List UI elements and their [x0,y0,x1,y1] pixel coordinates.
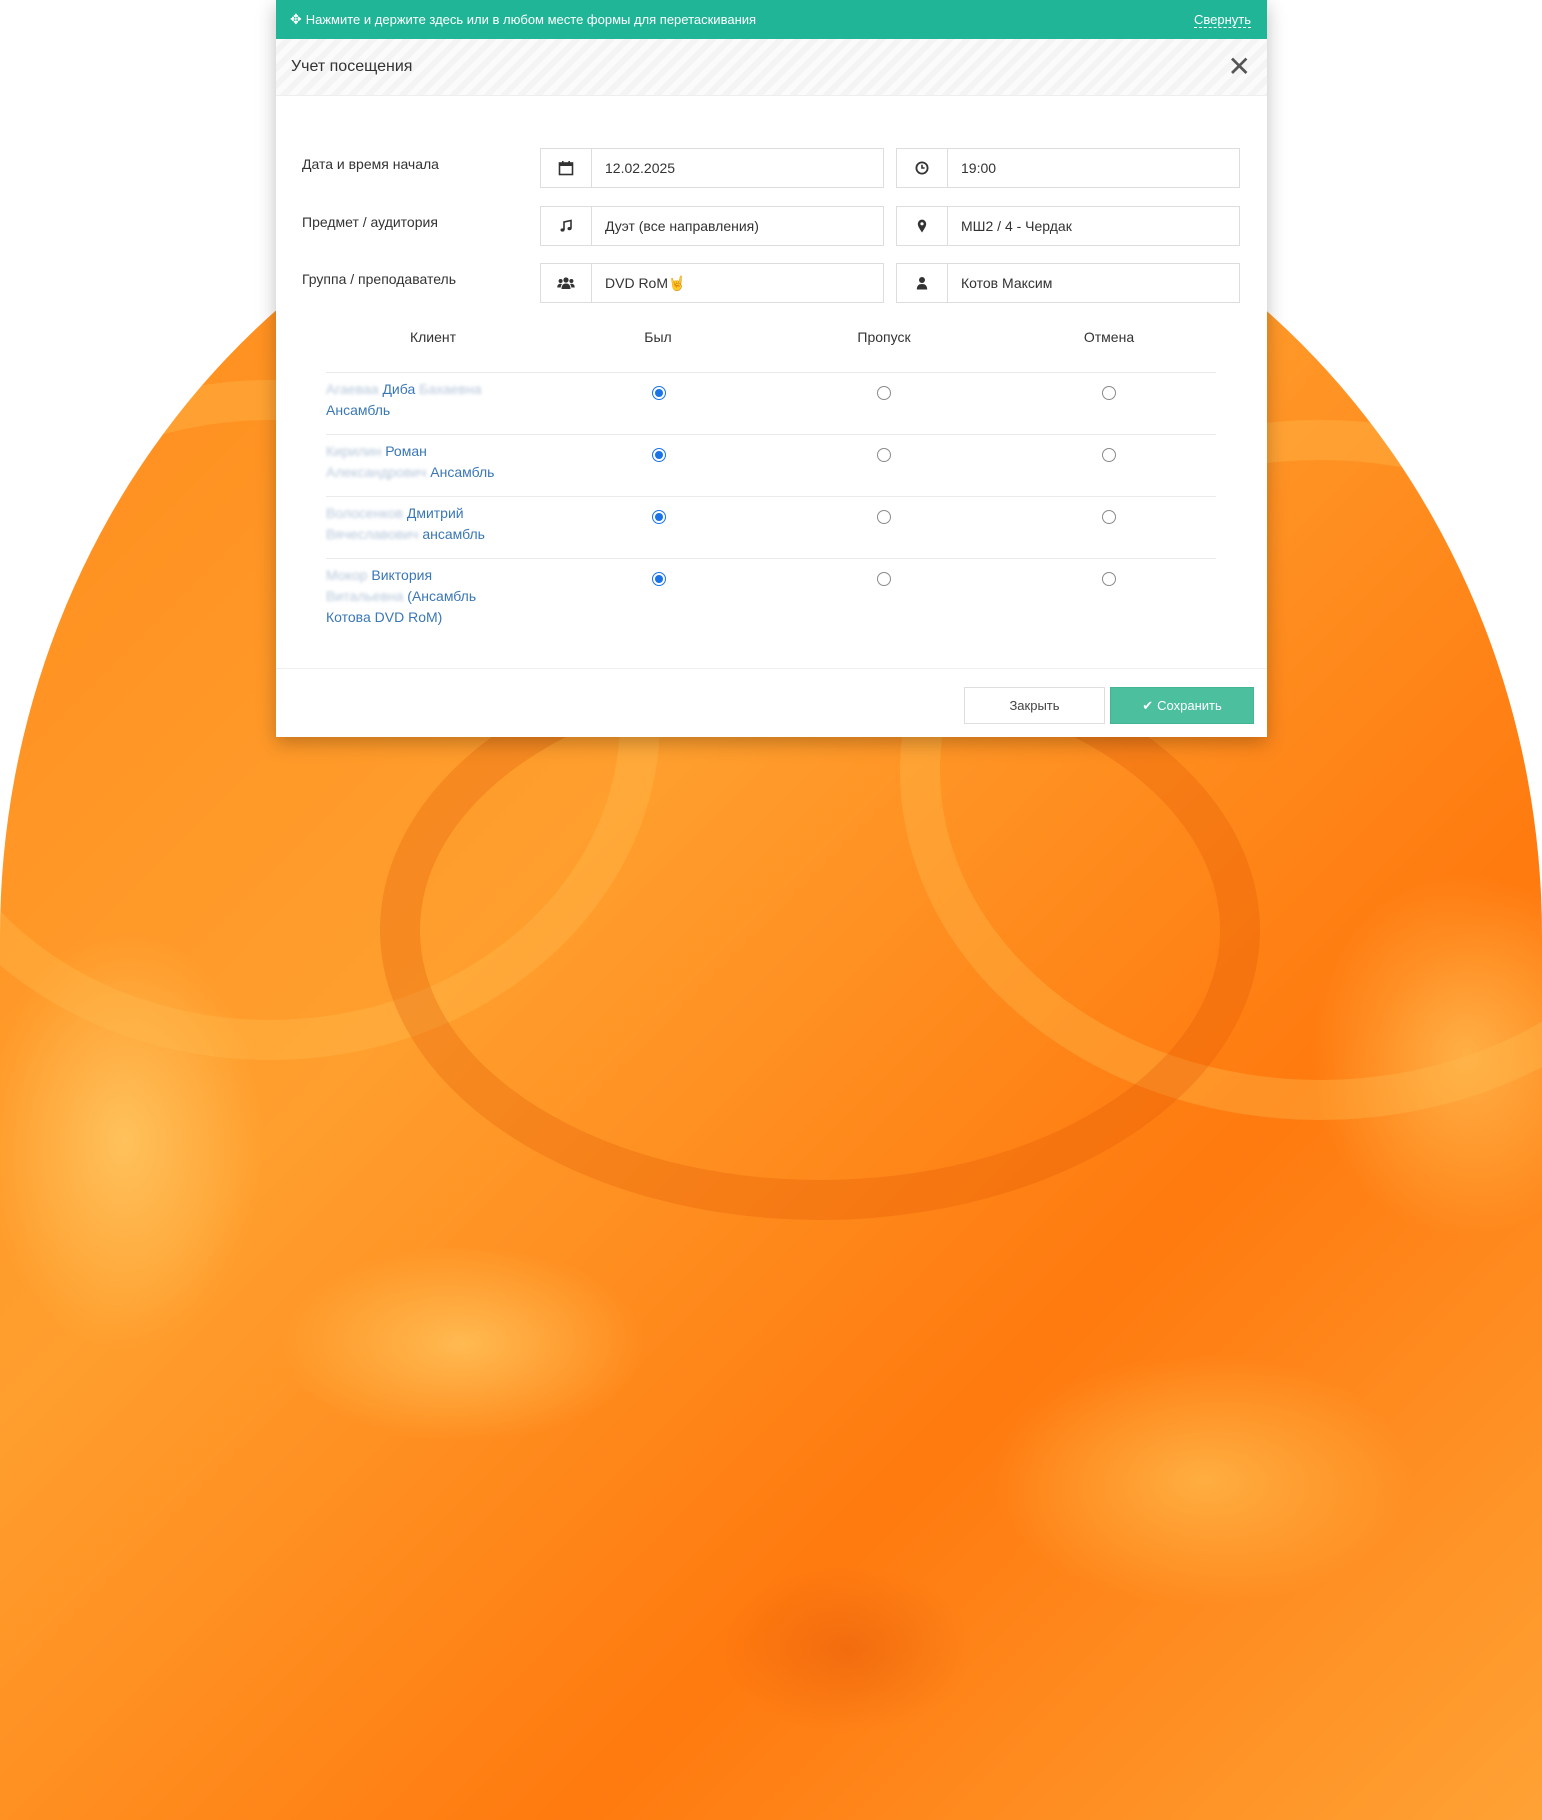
client-group-text: Ансамбль [430,464,495,480]
column-cancel: Отмена [1083,329,1135,345]
save-button[interactable]: ✔ Сохранить [1110,687,1254,724]
time-field[interactable]: 19:00 [896,148,1240,188]
client-patronymic-redacted: Бахаевна [419,381,482,397]
modal-title: Учет посещения [291,58,413,75]
users-icon [541,264,592,302]
save-label: Сохранить [1157,698,1222,713]
table-row: Мокор Виктория Витальевна (Ансамбль Кото… [326,558,1216,643]
cancel-radio[interactable] [1102,572,1116,586]
modal-footer: Закрыть ✔ Сохранить [276,668,1267,738]
client-patronymic-redacted: Александрович [326,464,427,480]
room-field[interactable]: МШ2 / 4 - Чердак [896,206,1240,246]
time-value: 19:00 [961,160,997,176]
cancel-radio[interactable] [1102,510,1116,524]
teacher-field[interactable]: Котов Максим [896,263,1240,303]
client-link[interactable]: Мокор Виктория Витальевна (Ансамбль Кото… [326,565,536,628]
rock-hand-emoji: 🤘 [668,274,686,291]
start-row: Дата и время начала 12.02.2025 19:00 [302,148,1240,188]
modal-header: Учет посещения ✕ [276,39,1267,96]
close-icon[interactable]: ✕ [1228,53,1251,81]
present-radio[interactable] [652,386,666,400]
room-value: МШ2 / 4 - Чердак [961,218,1072,234]
table-row: Агаеваа Диба Бахаевна Ансамбль [326,372,1216,435]
user-icon [897,264,948,302]
table-row: Кирилин Роман Александрович Ансамбль [326,434,1216,497]
cancel-radio[interactable] [1102,448,1116,462]
client-group-text-continued: Котова DVD RoM) [326,609,443,625]
cancel-radio[interactable] [1102,386,1116,400]
client-first-name: Дмитрий [406,505,464,521]
drag-bar[interactable]: ✥ Нажмите и держите здесь или в любом ме… [276,0,1267,39]
music-note-icon [541,207,592,245]
map-marker-icon [897,207,948,245]
check-icon: ✔ [1142,697,1154,713]
absent-radio[interactable] [877,386,891,400]
present-radio[interactable] [652,448,666,462]
column-absent: Пропуск [857,329,911,345]
absent-radio[interactable] [877,448,891,462]
client-surname-redacted: Мокор [326,567,368,583]
date-field[interactable]: 12.02.2025 [540,148,884,188]
present-radio[interactable] [652,572,666,586]
client-group-text: ансамбль [422,526,485,542]
client-first-name: Диба [382,381,416,397]
group-name: DVD RoM [605,274,669,291]
clock-icon [897,149,948,187]
column-present: Был [644,329,672,345]
client-link[interactable]: Кирилин Роман Александрович Ансамбль [326,441,536,483]
subject-field[interactable]: Дуэт (все направления) [540,206,884,246]
close-button[interactable]: Закрыть [964,687,1105,724]
client-patronymic-redacted: Вячеславович [326,526,419,542]
drag-hint: ✥ Нажмите и держите здесь или в любом ме… [290,11,756,28]
client-surname-redacted: Агаеваа [326,381,379,397]
client-first-name: Роман [385,443,427,459]
group-row: Группа / преподаватель DVD RoM🤘 Котов Ма… [302,263,1240,303]
start-label: Дата и время начала [302,156,439,172]
subject-label: Предмет / аудитория [302,214,438,230]
group-label: Группа / преподаватель [302,271,457,287]
client-group-text: Ансамбль [326,402,391,418]
client-link[interactable]: Волосенков Дмитрий Вячеславович ансамбль [326,503,536,545]
client-surname-redacted: Волосенков [326,505,403,521]
absent-radio[interactable] [877,572,891,586]
column-client: Клиент [409,329,457,345]
attendance-modal: ✥ Нажмите и держите здесь или в любом ме… [276,0,1267,737]
group-value: DVD RoM🤘 [592,275,685,292]
calendar-icon [541,149,592,187]
collapse-link[interactable]: Свернуть [1193,12,1251,28]
table-row: Волосенков Дмитрий Вячеславович ансамбль [326,496,1216,559]
subject-value: Дуэт (все направления) [605,218,759,234]
group-field[interactable]: DVD RoM🤘 [540,263,884,303]
drag-hint-text: Нажмите и держите здесь или в любом мест… [305,12,757,27]
client-patronymic-redacted: Витальевна [326,588,404,604]
client-link[interactable]: Агаеваа Диба Бахаевна Ансамбль [326,379,536,421]
client-group-text: (Ансамбль [407,588,477,604]
teacher-value: Котов Максим [961,275,1053,291]
present-radio[interactable] [652,510,666,524]
date-value: 12.02.2025 [605,160,676,176]
client-first-name: Виктория [371,567,433,583]
subject-row: Предмет / аудитория Дуэт (все направлени… [302,206,1240,246]
client-surname-redacted: Кирилин [326,443,382,459]
attendance-table-header: Клиент Был Пропуск Отмена [276,329,1267,349]
absent-radio[interactable] [877,510,891,524]
move-icon: ✥ [290,11,302,27]
